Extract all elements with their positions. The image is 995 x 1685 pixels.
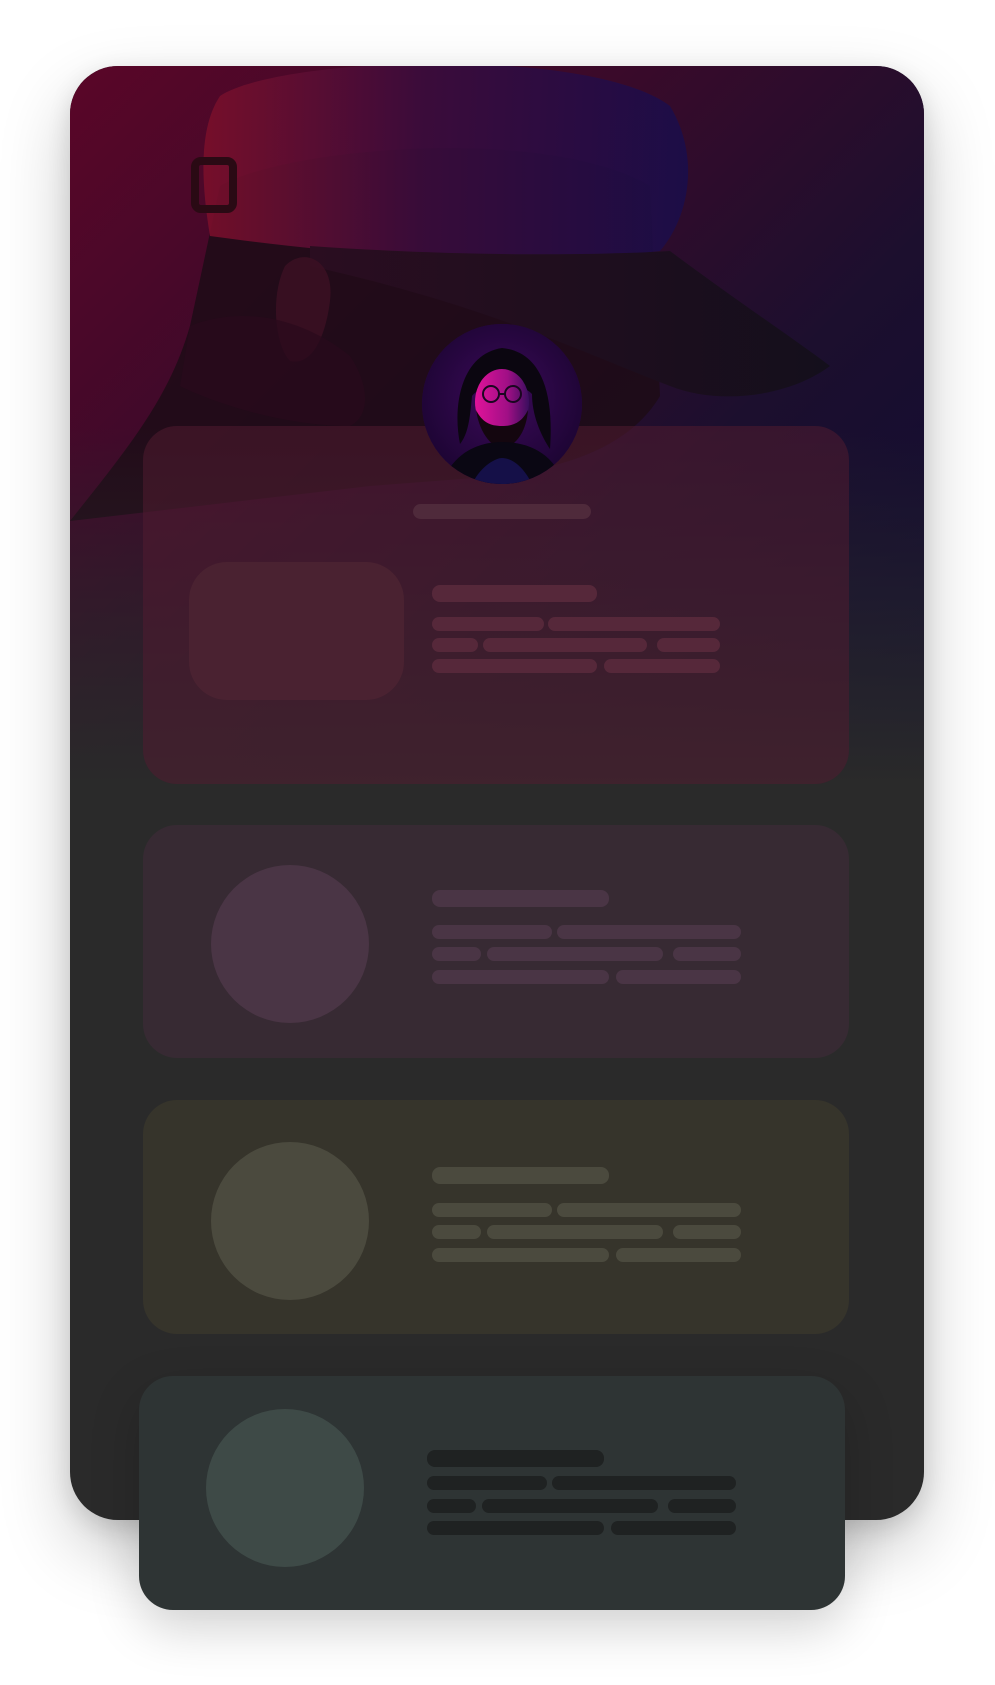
olive-card[interactable] xyxy=(143,1100,849,1334)
phone-screen xyxy=(70,66,924,1520)
purple-card-text-line xyxy=(432,925,552,939)
olive-card-avatar-placeholder xyxy=(211,1142,369,1300)
teal-card-text-line xyxy=(552,1476,736,1490)
teal-card-title-line xyxy=(427,1450,604,1467)
bearded-person-portrait-icon xyxy=(422,324,582,484)
olive-card-text-line xyxy=(432,1248,609,1262)
purple-card-avatar-placeholder xyxy=(211,865,369,1023)
teal-card-avatar-placeholder xyxy=(206,1409,364,1567)
teal-card-text-line xyxy=(427,1521,604,1535)
purple-card-text-line xyxy=(616,970,741,984)
purple-card-text-line xyxy=(673,947,741,961)
teal-card-text-line xyxy=(482,1499,658,1513)
teal-card-text-line xyxy=(611,1521,736,1535)
profile-card-text-line xyxy=(548,617,720,631)
purple-card[interactable] xyxy=(143,825,849,1058)
profile-card-text-line xyxy=(604,659,720,673)
profile-card-title-line xyxy=(432,585,597,602)
purple-card-text-line xyxy=(557,925,741,939)
purple-card-text-line xyxy=(432,970,609,984)
profile-name-placeholder xyxy=(413,504,591,519)
purple-card-text-line xyxy=(432,947,481,961)
profile-card-image-placeholder xyxy=(189,562,404,700)
profile-card-text-line xyxy=(483,638,647,652)
olive-card-text-line xyxy=(557,1203,741,1217)
profile-card-text-line xyxy=(432,638,478,652)
olive-card-title-line xyxy=(432,1167,609,1184)
olive-card-text-line xyxy=(432,1203,552,1217)
purple-card-title-line xyxy=(432,890,609,907)
profile-card-text-line xyxy=(657,638,720,652)
purple-card-text-line xyxy=(487,947,663,961)
teal-card-text-line xyxy=(427,1499,476,1513)
olive-card-text-line xyxy=(616,1248,741,1262)
teal-card[interactable] xyxy=(139,1376,845,1610)
olive-card-text-line xyxy=(487,1225,663,1239)
profile-card-text-line xyxy=(432,617,544,631)
profile-card-text-line xyxy=(432,659,597,673)
avatar[interactable] xyxy=(422,324,582,484)
olive-card-text-line xyxy=(673,1225,741,1239)
teal-card-text-line xyxy=(427,1476,547,1490)
olive-card-text-line xyxy=(432,1225,481,1239)
teal-card-text-line xyxy=(668,1499,736,1513)
